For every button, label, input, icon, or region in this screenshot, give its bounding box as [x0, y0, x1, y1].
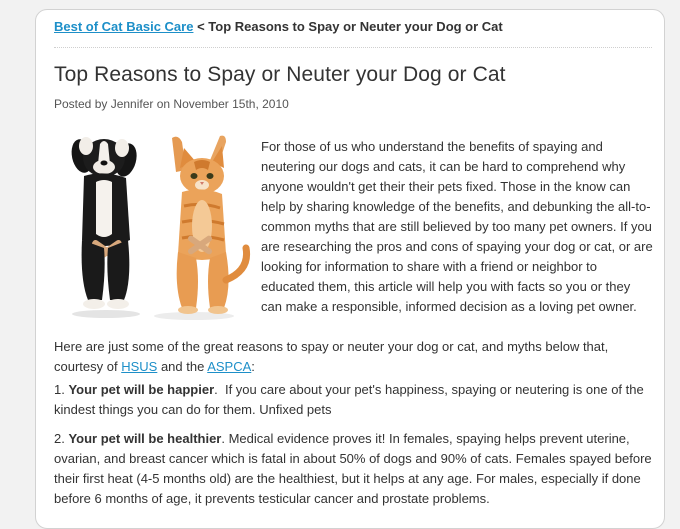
hsus-link[interactable]: HSUS	[121, 359, 157, 374]
breadcrumb: Best of Cat Basic Care < Top Reasons to …	[54, 19, 503, 34]
reason-1-heading: Your pet will be happier	[68, 382, 215, 397]
intro-paragraph: For those of us who understand the benef…	[261, 139, 653, 314]
page-title: Top Reasons to Spay or Neuter your Dog o…	[54, 63, 506, 86]
reasons-intro-and: and the	[157, 359, 208, 374]
puppy-illustration	[71, 137, 137, 309]
reason-1-number: 1.	[54, 382, 69, 397]
reason-2-heading: Your pet will be healthier	[68, 431, 222, 446]
breadcrumb-current: Top Reasons to Spay or Neuter your Dog o…	[208, 19, 503, 34]
post-card: Best of Cat Basic Care < Top Reasons to …	[35, 9, 665, 529]
breadcrumb-link-best-of-cat-basic-care[interactable]: Best of Cat Basic Care	[54, 19, 193, 34]
reason-1-paragraph: 1. Your pet will be happier. If you care…	[54, 380, 654, 420]
reasons-intro-end: :	[251, 359, 255, 374]
reason-2-number: 2.	[54, 431, 69, 446]
reason-2-paragraph: 2. Your pet will be healthier. Medical e…	[54, 429, 659, 509]
aspca-link[interactable]: ASPCA	[207, 359, 251, 374]
breadcrumb-separator: <	[193, 19, 209, 34]
kitten-illustration	[172, 135, 251, 314]
reasons-intro-paragraph: Here are just some of the great reasons …	[54, 337, 654, 377]
breadcrumb-divider	[54, 47, 652, 48]
dog-and-cat-image	[71, 135, 251, 320]
post-meta: Posted by Jennifer on November 15th, 201…	[54, 97, 289, 111]
